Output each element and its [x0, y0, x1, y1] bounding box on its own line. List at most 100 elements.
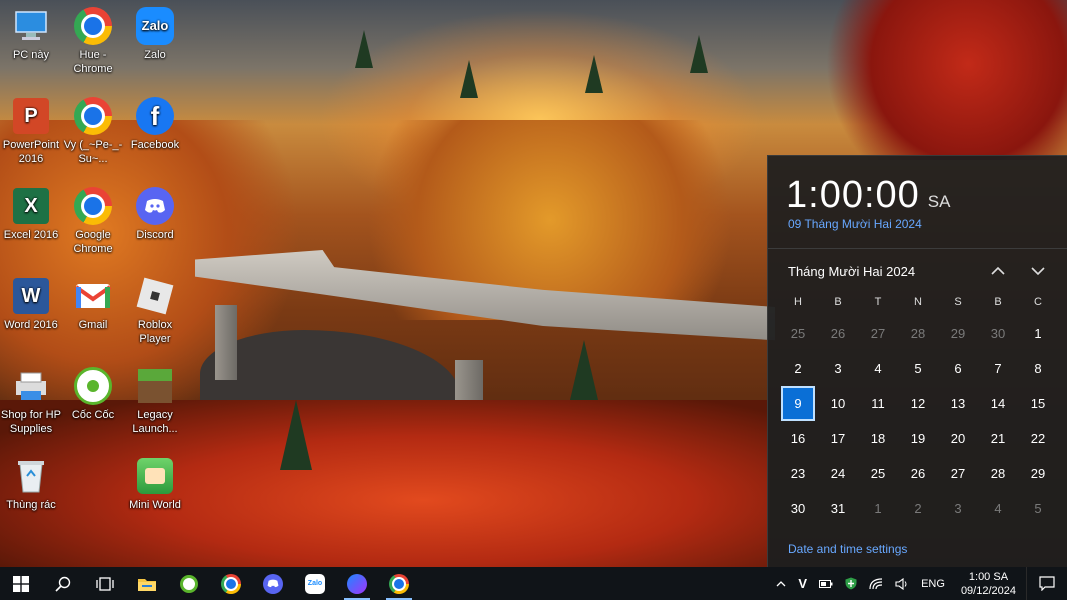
action-center-button[interactable]	[1026, 567, 1067, 600]
desktop-icon-label: Zalo	[144, 49, 166, 61]
calendar-day[interactable]: 17	[818, 421, 858, 456]
desktop-icon-coccoc[interactable]: Cốc Cốc	[62, 366, 124, 422]
word-icon: W	[11, 276, 51, 316]
calendar-day[interactable]: 13	[938, 386, 978, 421]
calendar-day[interactable]: 1	[1018, 316, 1058, 351]
taskbar-time: 1:00 SA	[968, 570, 1009, 583]
chrome-taskbar-button[interactable]	[210, 567, 252, 600]
battery-button[interactable]	[813, 567, 839, 600]
input-language-button[interactable]: ENG	[915, 567, 951, 600]
calendar-day[interactable]: 26	[898, 456, 938, 491]
calendar-day[interactable]: 10	[818, 386, 858, 421]
discord-icon	[263, 573, 283, 594]
desktop-icon-zalo[interactable]: Zalo Zalo	[124, 6, 186, 62]
vietnamese-input-v-icon[interactable]: V	[792, 567, 813, 600]
wallpaper-pine	[570, 340, 598, 400]
desktop-icon-recycle-bin[interactable]: Thùng rác	[0, 456, 62, 512]
flyout-divider	[768, 248, 1067, 249]
calendar-week-row: 16 17 18 19 20 21 22	[778, 421, 1058, 456]
calendar-day[interactable]: 16	[778, 421, 818, 456]
calendar-day[interactable]: 21	[978, 421, 1018, 456]
calendar-day[interactable]: 27	[938, 456, 978, 491]
start-button[interactable]	[0, 567, 42, 600]
calendar-day[interactable]: 30	[778, 491, 818, 526]
search-button[interactable]	[42, 567, 84, 600]
desktop-icon-word[interactable]: W Word 2016	[0, 276, 62, 332]
network-button[interactable]	[863, 567, 889, 600]
desktop-icon-facebook[interactable]: f Facebook	[124, 96, 186, 152]
calendar-day[interactable]: 2	[778, 351, 818, 386]
calendar-flyout: 1:00:00 SA 09 Tháng Mười Hai 2024 Tháng M…	[767, 155, 1067, 568]
calendar-day[interactable]: 25	[858, 456, 898, 491]
coccoc-icon	[73, 366, 113, 406]
volume-button[interactable]	[889, 567, 915, 600]
file-explorer-button[interactable]	[126, 567, 168, 600]
calendar-day[interactable]: 15	[1018, 386, 1058, 421]
discord-taskbar-button[interactable]	[252, 567, 294, 600]
date-time-settings-link[interactable]: Date and time settings	[788, 542, 907, 556]
desktop-icon-mini-world[interactable]: Mini World	[124, 456, 186, 512]
calendar-day[interactable]: 5	[1018, 491, 1058, 526]
taskbar-clock[interactable]: 1:00 SA 09/12/2024	[951, 570, 1026, 598]
desktop-icon-this-pc[interactable]: PC này	[0, 6, 62, 62]
calendar-day[interactable]: 28	[978, 456, 1018, 491]
calendar-day[interactable]: 26	[818, 316, 858, 351]
calendar-day[interactable]: 4	[858, 351, 898, 386]
calendar-day-today[interactable]: 9	[781, 386, 815, 421]
calendar-day[interactable]: 28	[898, 316, 938, 351]
calendar-day[interactable]: 18	[858, 421, 898, 456]
calendar-day[interactable]: 3	[818, 351, 858, 386]
desktop-icon-hue-chrome[interactable]: Hue - Chrome	[62, 6, 124, 76]
next-month-button[interactable]	[1027, 260, 1049, 282]
weekday-label: S	[954, 296, 962, 308]
flyout-long-date-link[interactable]: 09 Tháng Mười Hai 2024	[788, 217, 922, 231]
security-button[interactable]	[839, 567, 863, 600]
show-hidden-icons-button[interactable]	[770, 567, 792, 600]
desktop-icon-excel[interactable]: X Excel 2016	[0, 186, 62, 242]
excel-icon: X	[11, 186, 51, 226]
desktop-icon-label: Roblox Player	[137, 319, 173, 345]
powerpoint-icon: P	[11, 96, 51, 136]
messenger-taskbar-button[interactable]	[336, 567, 378, 600]
previous-month-button[interactable]	[987, 260, 1009, 282]
calendar-day[interactable]: 29	[938, 316, 978, 351]
calendar-day[interactable]: 11	[858, 386, 898, 421]
calendar-day[interactable]: 19	[898, 421, 938, 456]
chrome-profile-taskbar-button[interactable]	[378, 567, 420, 600]
desktop-icon-google-chrome[interactable]: Google Chrome	[62, 186, 124, 256]
desktop-icon-powerpoint[interactable]: P PowerPoint 2016	[0, 96, 62, 166]
desktop-icon-gmail[interactable]: Gmail	[62, 276, 124, 332]
calendar-day[interactable]: 5	[898, 351, 938, 386]
calendar-day[interactable]: 1	[858, 491, 898, 526]
desktop-icon-label: Shop for HP Supplies	[1, 409, 61, 435]
calendar-day[interactable]: 14	[978, 386, 1018, 421]
calendar-day[interactable]: 7	[978, 351, 1018, 386]
task-view-button[interactable]	[84, 567, 126, 600]
calendar-day[interactable]: 2	[898, 491, 938, 526]
zalo-taskbar-button[interactable]: Zalo	[294, 567, 336, 600]
calendar-day[interactable]: 31	[818, 491, 858, 526]
coccoc-taskbar-button[interactable]	[168, 567, 210, 600]
calendar-day[interactable]: 3	[938, 491, 978, 526]
desktop-icon-discord[interactable]: Discord	[124, 186, 186, 242]
calendar-day[interactable]: 12	[898, 386, 938, 421]
calendar-day[interactable]: 25	[778, 316, 818, 351]
calendar-day[interactable]: 29	[1018, 456, 1058, 491]
zalo-icon: Zalo	[305, 573, 325, 594]
calendar-day[interactable]: 30	[978, 316, 1018, 351]
desktop-icon-vy-chrome[interactable]: Vy (_~Pe-_-Su~...	[62, 96, 124, 166]
calendar-month-label[interactable]: Tháng Mười Hai 2024	[788, 264, 915, 279]
calendar-day[interactable]: 24	[818, 456, 858, 491]
calendar-day[interactable]: 6	[938, 351, 978, 386]
calendar-day[interactable]: 22	[1018, 421, 1058, 456]
calendar-day[interactable]: 23	[778, 456, 818, 491]
calendar-day[interactable]: 8	[1018, 351, 1058, 386]
chevron-up-icon	[991, 266, 1005, 275]
desktop-icon-roblox[interactable]: Roblox Player	[124, 276, 186, 346]
calendar-day[interactable]: 20	[938, 421, 978, 456]
wallpaper-pine	[280, 400, 312, 470]
desktop-icon-hp-supplies[interactable]: Shop for HP Supplies	[0, 366, 62, 436]
desktop-icon-legacy-launcher[interactable]: Legacy Launch...	[124, 366, 186, 436]
calendar-day[interactable]: 4	[978, 491, 1018, 526]
calendar-day[interactable]: 27	[858, 316, 898, 351]
